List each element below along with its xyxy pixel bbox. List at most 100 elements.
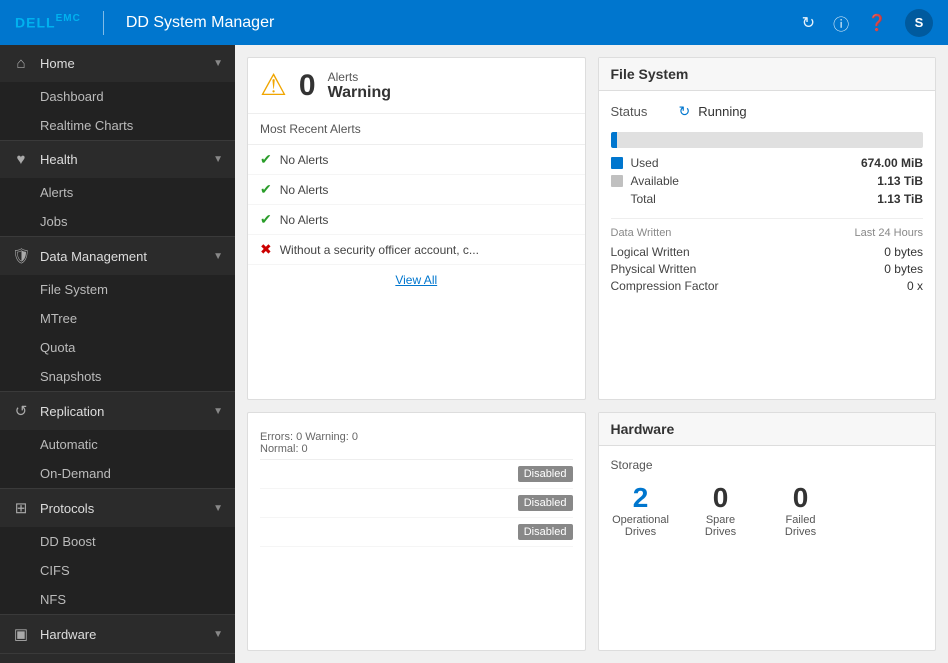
operational-drives-count: 2 bbox=[633, 482, 649, 514]
ok-icon-2: ✔ bbox=[260, 181, 272, 198]
hardware-card-header: Hardware bbox=[599, 413, 936, 446]
alert-item-1: ✔ No Alerts bbox=[248, 145, 585, 175]
refresh-icon[interactable]: ↻ bbox=[802, 13, 815, 33]
sidebar-item-file-system[interactable]: File System bbox=[0, 275, 235, 304]
alert-label-block: Alerts Warning bbox=[328, 70, 391, 102]
sidebar-item-hardware[interactable]: ▣ Hardware ▼ bbox=[0, 615, 235, 653]
available-legend-label: Available bbox=[631, 174, 870, 188]
protocols-status-card: Errors: 0 Warning: 0 Normal: 0 Disabled … bbox=[247, 412, 586, 651]
compression-factor-label: Compression Factor bbox=[611, 279, 719, 293]
sidebar-bottom[interactable]: ⊙ bbox=[0, 654, 235, 663]
failed-drives-label: Failed Drives bbox=[771, 514, 831, 538]
storage-label: Storage bbox=[611, 458, 924, 472]
sidebar-item-cifs[interactable]: CIFS bbox=[0, 556, 235, 585]
sidebar-section-health: ♥ Health ▼ Alerts Jobs bbox=[0, 141, 235, 237]
sidebar-protocols-children: DD Boost CIFS NFS bbox=[0, 527, 235, 614]
sidebar-item-dashboard[interactable]: Dashboard bbox=[0, 82, 235, 111]
sidebar-item-protocols[interactable]: ⊞ Protocols ▼ bbox=[0, 489, 235, 527]
compression-factor-row: Compression Factor 0 x bbox=[611, 279, 924, 293]
replication-chevron-icon: ▼ bbox=[213, 406, 223, 417]
most-recent-label: Most Recent Alerts bbox=[248, 114, 585, 145]
fs-data-header: Data Written Last 24 Hours bbox=[611, 227, 924, 239]
failed-drives-count: 0 bbox=[793, 482, 809, 514]
spare-drives-item: 0 Spare Drives bbox=[691, 482, 751, 538]
alert-text-4: Without a security officer account, c... bbox=[280, 243, 479, 257]
sidebar-item-alerts[interactable]: Alerts bbox=[0, 178, 235, 207]
alert-item-2: ✔ No Alerts bbox=[248, 175, 585, 205]
alert-summary: ⚠ 0 Alerts Warning bbox=[248, 58, 585, 114]
sidebar-item-jobs[interactable]: Jobs bbox=[0, 207, 235, 236]
proto-row-3: Disabled bbox=[260, 518, 573, 547]
file-system-card-header: File System bbox=[599, 58, 936, 91]
help-icon[interactable]: ❓ bbox=[867, 13, 887, 33]
fs-progress-bar bbox=[611, 132, 924, 148]
sidebar-section-protocols: ⊞ Protocols ▼ DD Boost CIFS NFS bbox=[0, 489, 235, 615]
sidebar-item-on-demand[interactable]: On-Demand bbox=[0, 459, 235, 488]
fs-progress-fill bbox=[611, 132, 617, 148]
sidebar-item-mtree[interactable]: MTree bbox=[0, 304, 235, 333]
total-legend-label: Total bbox=[631, 192, 870, 206]
sidebar-item-nfs[interactable]: NFS bbox=[0, 585, 235, 614]
sidebar-item-automatic[interactable]: Automatic bbox=[0, 430, 235, 459]
sidebar-replication-label: Replication bbox=[40, 404, 213, 419]
fs-legend-total: Total 1.13 TiB bbox=[611, 192, 924, 206]
sidebar-home-children: Dashboard Realtime Charts bbox=[0, 82, 235, 140]
sidebar-item-home[interactable]: ⌂ Home ▼ bbox=[0, 45, 235, 82]
sidebar-item-dd-boost[interactable]: DD Boost bbox=[0, 527, 235, 556]
sidebar-item-quota[interactable]: Quota bbox=[0, 333, 235, 362]
home-icon: ⌂ bbox=[12, 55, 30, 72]
sidebar-item-realtime-charts[interactable]: Realtime Charts bbox=[0, 111, 235, 140]
operational-drives-item: 2 Operational Drives bbox=[611, 482, 671, 538]
sidebar-item-replication[interactable]: ↺ Replication ▼ bbox=[0, 392, 235, 430]
sidebar-home-label: Home bbox=[40, 56, 213, 71]
nav-icons: ↻ ⓘ ❓ S bbox=[802, 9, 933, 37]
sidebar-replication-children: Automatic On-Demand bbox=[0, 430, 235, 488]
ok-icon-1: ✔ bbox=[260, 151, 272, 168]
physical-written-row: Physical Written 0 bytes bbox=[611, 262, 924, 276]
proto-status-3: Disabled bbox=[518, 524, 573, 540]
used-legend-label: Used bbox=[631, 156, 853, 170]
used-swatch bbox=[611, 157, 623, 169]
main-content: ⚠ 0 Alerts Warning Most Recent Alerts ✔ … bbox=[235, 45, 948, 663]
data-written-header-label: Data Written bbox=[611, 227, 672, 239]
sidebar-item-data-management[interactable]: 🛡 Data Management ▼ bbox=[0, 237, 235, 275]
sidebar-health-label: Health bbox=[40, 152, 213, 167]
alert-count: 0 bbox=[299, 69, 316, 103]
protocols-icon: ⊞ bbox=[12, 499, 30, 517]
used-legend-value: 674.00 MiB bbox=[861, 156, 923, 170]
user-avatar[interactable]: S bbox=[905, 9, 933, 37]
health-icon: ♥ bbox=[12, 151, 30, 168]
sidebar-data-management-label: Data Management bbox=[40, 249, 213, 264]
running-icon: ↻ bbox=[679, 103, 691, 120]
sidebar-item-health[interactable]: ♥ Health ▼ bbox=[0, 141, 235, 178]
alert-text-3: No Alerts bbox=[280, 213, 329, 227]
errors-row: Errors: 0 Warning: 0 Normal: 0 bbox=[260, 425, 573, 460]
logical-written-label: Logical Written bbox=[611, 245, 690, 259]
proto-status-1: Disabled bbox=[518, 466, 573, 482]
alerts-top-label: Alerts bbox=[328, 70, 391, 84]
sidebar-item-snapshots[interactable]: Snapshots bbox=[0, 362, 235, 391]
normal-text: Normal: 0 bbox=[260, 443, 308, 455]
sidebar: ⌂ Home ▼ Dashboard Realtime Charts ♥ Hea… bbox=[0, 45, 235, 663]
sidebar-section-home: ⌂ Home ▼ Dashboard Realtime Charts bbox=[0, 45, 235, 141]
warning-triangle-icon: ⚠ bbox=[260, 68, 287, 103]
fs-status-label: Status bbox=[611, 104, 671, 119]
logical-written-row: Logical Written 0 bytes bbox=[611, 245, 924, 259]
spare-drives-count: 0 bbox=[713, 482, 729, 514]
fs-data-section: Data Written Last 24 Hours Logical Writt… bbox=[611, 227, 924, 293]
available-legend-value: 1.13 TiB bbox=[877, 174, 923, 188]
compression-factor-value: 0 x bbox=[907, 279, 923, 293]
logical-written-value: 0 bytes bbox=[884, 245, 923, 259]
total-swatch bbox=[611, 193, 623, 205]
fs-status-row: Status ↻ Running bbox=[611, 103, 924, 120]
top-navigation: DELLEMC DD System Manager ↻ ⓘ ❓ S bbox=[0, 0, 948, 45]
proto-status-2: Disabled bbox=[518, 495, 573, 511]
data-written-period: Last 24 Hours bbox=[855, 227, 923, 239]
info-icon[interactable]: ⓘ bbox=[833, 11, 849, 35]
ok-icon-3: ✔ bbox=[260, 211, 272, 228]
hardware-card: Hardware Storage 2 Operational Drives 0 … bbox=[598, 412, 937, 651]
data-management-chevron-icon: ▼ bbox=[213, 251, 223, 262]
view-all-link[interactable]: View All bbox=[248, 265, 585, 295]
sidebar-hardware-label: Hardware bbox=[40, 627, 213, 642]
physical-written-value: 0 bytes bbox=[884, 262, 923, 276]
